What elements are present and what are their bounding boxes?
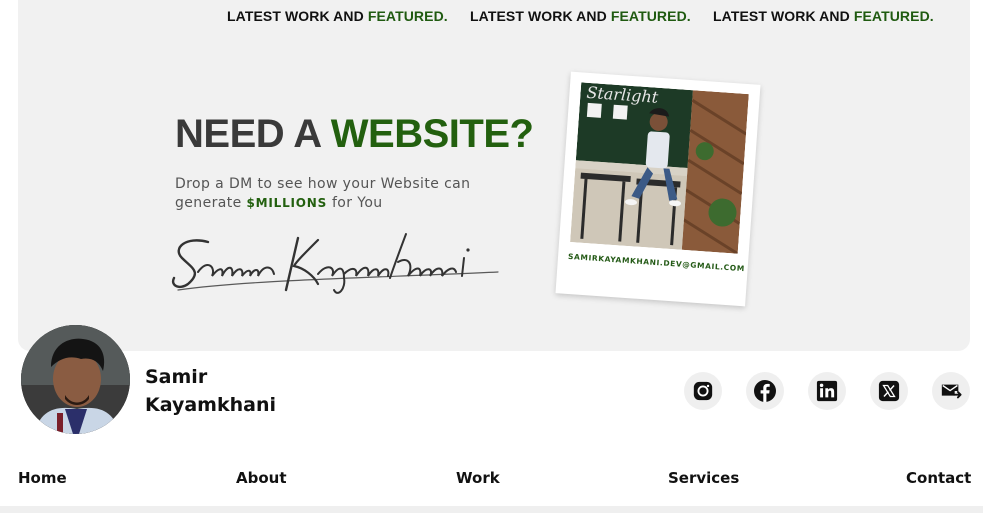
marquee: LATEST WORK AND FEATURED. LATEST WORK AN…: [18, 8, 970, 26]
marquee-text: LATEST WORK AND: [227, 8, 368, 24]
subheadline-line2: generate $MILLIONS for You: [175, 194, 470, 213]
page: LATEST WORK AND FEATURED. LATEST WORK AN…: [0, 0, 983, 513]
subheadline-text: for You: [327, 195, 383, 211]
marquee-item: LATEST WORK AND FEATURED.: [470, 8, 691, 24]
linkedin-icon: [816, 380, 838, 402]
subheadline-line1: Drop a DM to see how your Website can: [175, 176, 471, 192]
headline-part2: WEBSITE?: [330, 112, 534, 156]
divider: [0, 506, 983, 513]
main-nav: Home About Work Services Contact: [0, 469, 983, 489]
subheadline-text: generate: [175, 195, 247, 211]
marquee-highlight: FEATURED.: [610, 8, 691, 24]
x-twitter-button[interactable]: [870, 372, 908, 410]
signature: [171, 233, 499, 294]
nav-work[interactable]: Work: [456, 469, 500, 487]
marquee-text: LATEST WORK AND: [470, 8, 611, 24]
instagram-button[interactable]: [684, 372, 722, 410]
hero-banner[interactable]: LATEST WORK AND FEATURED. LATEST WORK AN…: [18, 0, 970, 351]
headline: NEED A WEBSITE?: [175, 112, 534, 157]
mail-send-icon: [941, 384, 962, 399]
money-highlight: $MILLIONS: [246, 196, 328, 210]
nav-services[interactable]: Services: [668, 469, 739, 487]
marquee-highlight: FEATURED.: [367, 8, 448, 24]
marquee-text: LATEST WORK AND: [713, 8, 854, 24]
social-links: [0, 372, 983, 410]
portrait-photo: Starlight: [570, 82, 749, 254]
facebook-icon: [754, 380, 776, 402]
subheadline: Drop a DM to see how your Website can ge…: [175, 175, 470, 213]
marquee-highlight: FEATURED.: [853, 8, 934, 24]
instagram-icon: [693, 381, 713, 401]
nav-contact[interactable]: Contact: [906, 469, 971, 487]
nav-about[interactable]: About: [236, 469, 287, 487]
mail-button[interactable]: [932, 372, 970, 410]
marquee-item: LATEST WORK AND FEATURED.: [227, 8, 448, 24]
polaroid-card: Starlight SAMIRKAYAMKHANI.DEV@GMAIL.COM: [555, 71, 761, 307]
headline-part1: NEED A: [175, 112, 331, 156]
x-twitter-icon: [878, 380, 900, 402]
marquee-item: LATEST WORK AND FEATURED.: [713, 8, 934, 24]
linkedin-button[interactable]: [808, 372, 846, 410]
facebook-button[interactable]: [746, 372, 784, 410]
nav-home[interactable]: Home: [18, 469, 67, 487]
email-text: SAMIRKAYAMKHANI.DEV@GMAIL.COM: [567, 251, 746, 274]
